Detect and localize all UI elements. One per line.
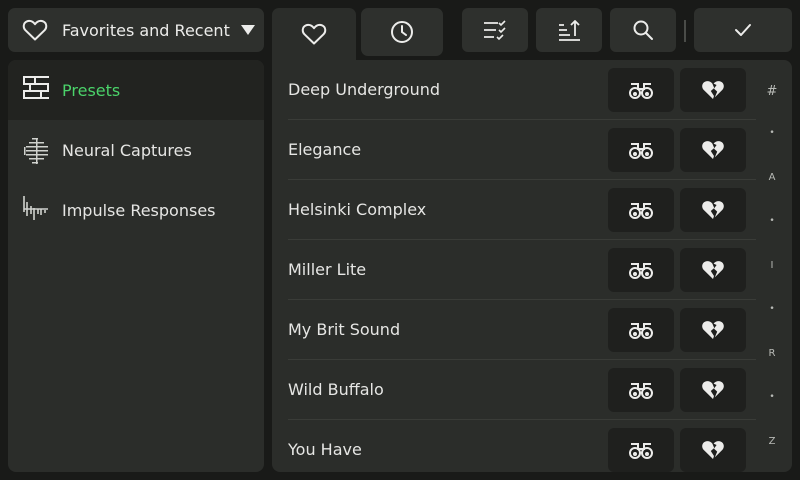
binoculars-icon (629, 263, 653, 279)
list-item[interactable]: Miller Lite (288, 240, 756, 300)
search-button[interactable] (610, 8, 676, 52)
view-button[interactable] (608, 128, 674, 172)
broken-heart-icon (702, 441, 724, 459)
source-dropdown[interactable]: Favorites and Recent (8, 8, 264, 52)
sort-button[interactable] (536, 8, 602, 52)
alphabet-index[interactable]: # • A • I • R • Z (756, 60, 792, 472)
list-item-label: Miller Lite (288, 260, 367, 279)
unfavorite-button[interactable] (680, 248, 746, 292)
sort-icon (559, 20, 580, 41)
view-button[interactable] (608, 248, 674, 292)
binoculars-icon (629, 323, 653, 339)
unfavorite-button[interactable] (680, 368, 746, 412)
unfavorite-button[interactable] (680, 68, 746, 112)
sidebar-item-label: Impulse Responses (62, 200, 216, 220)
list-item-label: Wild Buffalo (288, 380, 384, 399)
caret-down-icon (241, 25, 255, 35)
view-button[interactable] (608, 368, 674, 412)
list-item-label: Helsinki Complex (288, 200, 427, 219)
list-item[interactable]: Wild Buffalo (288, 360, 756, 420)
neural-capture-icon (24, 138, 48, 164)
binoculars-icon (629, 143, 653, 159)
list-item[interactable]: Elegance (288, 120, 756, 180)
broken-heart-icon (702, 321, 724, 339)
sidebar-item-presets[interactable]: Presets (8, 60, 264, 120)
check-icon (735, 24, 751, 36)
list-item-label: Elegance (288, 140, 362, 159)
alpha-index-dot[interactable]: • (756, 304, 788, 314)
toolbar-divider (684, 20, 686, 42)
list-item[interactable]: My Brit Sound (288, 300, 756, 360)
binoculars-icon (629, 443, 653, 459)
presets-grid-icon (23, 76, 49, 99)
list-item-label: Deep Underground (288, 80, 441, 99)
alpha-index-letter[interactable]: # (756, 84, 788, 99)
unfavorite-button[interactable] (680, 428, 746, 472)
heart-outline-icon (301, 23, 327, 45)
list-item[interactable]: Deep Underground (288, 60, 756, 120)
alpha-index-dot[interactable]: • (756, 216, 788, 226)
view-button[interactable] (608, 308, 674, 352)
category-sidebar: Presets Neural Captures Impulse Response… (8, 60, 264, 472)
sidebar-item-label: Presets (62, 80, 121, 100)
binoculars-icon (629, 203, 653, 219)
view-button[interactable] (608, 68, 674, 112)
broken-heart-icon (702, 381, 724, 399)
sidebar-item-impulse-responses[interactable]: Impulse Responses (8, 180, 264, 240)
unfavorite-button[interactable] (680, 308, 746, 352)
confirm-button[interactable] (694, 8, 792, 52)
clock-icon (391, 21, 413, 43)
favorites-list: Deep Underground Elegance Helsinki Complex… (272, 60, 792, 472)
tab-favorites[interactable] (272, 8, 356, 60)
filter-button[interactable] (462, 8, 528, 52)
filter-list-check-icon (484, 20, 506, 41)
heart-outline-icon (22, 19, 48, 41)
unfavorite-button[interactable] (680, 128, 746, 172)
binoculars-icon (629, 83, 653, 99)
broken-heart-icon (702, 261, 724, 279)
alpha-index-letter[interactable]: A (756, 172, 788, 183)
search-icon (633, 20, 653, 40)
view-button[interactable] (608, 428, 674, 472)
list-item[interactable]: Helsinki Complex (288, 180, 756, 240)
list-item-label: You Have (288, 440, 362, 459)
alpha-index-dot[interactable]: • (756, 392, 788, 402)
alpha-index-letter[interactable]: R (756, 348, 788, 359)
list-item[interactable]: You Have (288, 420, 756, 472)
broken-heart-icon (702, 201, 724, 219)
impulse-response-icon (23, 196, 48, 220)
view-button[interactable] (608, 188, 674, 232)
list-item-label: My Brit Sound (288, 320, 401, 339)
alpha-index-letter[interactable]: Z (756, 436, 788, 447)
binoculars-icon (629, 383, 653, 399)
sidebar-item-neural-captures[interactable]: Neural Captures (8, 120, 264, 180)
sidebar-item-label: Neural Captures (62, 140, 192, 160)
unfavorite-button[interactable] (680, 188, 746, 232)
broken-heart-icon (702, 81, 724, 99)
alpha-index-dot[interactable]: • (756, 128, 788, 138)
tab-recent[interactable] (361, 8, 443, 56)
dropdown-label: Favorites and Recent (62, 20, 230, 40)
broken-heart-icon (702, 141, 724, 159)
alpha-index-letter[interactable]: I (756, 260, 788, 271)
